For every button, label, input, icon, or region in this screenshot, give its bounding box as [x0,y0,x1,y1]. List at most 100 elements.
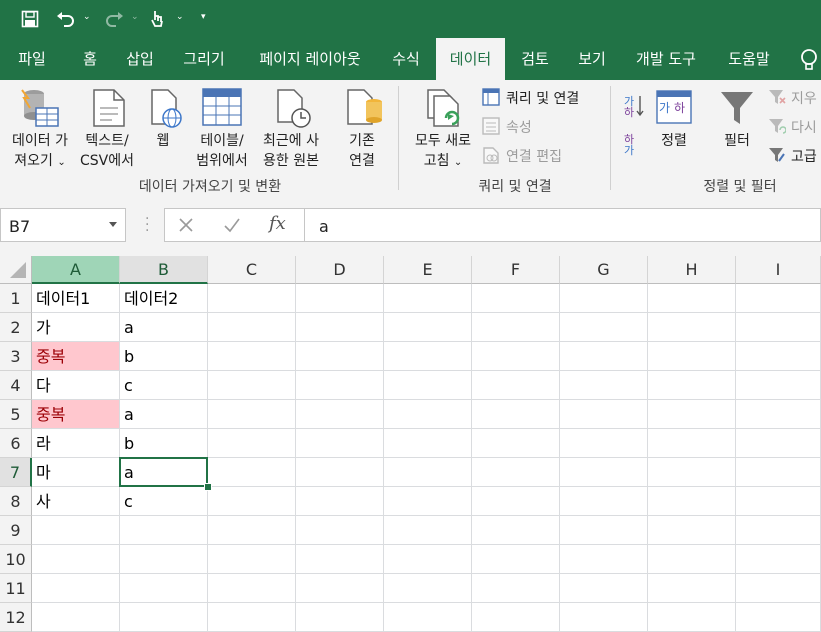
cell-e2[interactable] [384,313,472,342]
cell-d4[interactable] [296,371,384,400]
cell-g4[interactable] [560,371,648,400]
cell-b5[interactable]: a [120,400,208,429]
tab-view[interactable]: 보기 [568,38,616,80]
table-range-icon[interactable] [202,88,242,130]
cell-h10[interactable] [648,545,736,574]
sort-az-icon[interactable]: 가하 [624,94,644,122]
cell-a12[interactable] [32,603,120,632]
row-header-8[interactable]: 8 [0,487,32,516]
reapply-filter-icon[interactable] [768,117,787,139]
tab-file[interactable]: 파일 [6,38,58,80]
column-header-c[interactable]: C [208,256,296,284]
cell-h1[interactable] [648,284,736,313]
cell-d7[interactable] [296,458,384,487]
cell-i3[interactable] [736,342,821,371]
cell-e3[interactable] [384,342,472,371]
cell-e5[interactable] [384,400,472,429]
cell-h8[interactable] [648,487,736,516]
chevron-down-icon[interactable]: ⌄ [131,12,139,26]
cell-c8[interactable] [208,487,296,516]
cell-f7[interactable] [472,458,560,487]
cell-c4[interactable] [208,371,296,400]
cell-c11[interactable] [208,574,296,603]
chevron-down-icon[interactable]: ⌄ [176,12,184,26]
cell-h12[interactable] [648,603,736,632]
tab-draw[interactable]: 그리기 [172,38,236,80]
row-header-4[interactable]: 4 [0,371,32,400]
cancel-icon[interactable] [177,216,195,238]
properties-button[interactable]: 속성 [506,117,532,137]
column-header-g[interactable]: G [560,256,648,284]
cell-i4[interactable] [736,371,821,400]
cell-i10[interactable] [736,545,821,574]
column-header-b[interactable]: B [120,256,208,284]
tab-page-layout[interactable]: 페이지 레이아웃 [246,38,374,80]
cell-g9[interactable] [560,516,648,545]
cell-a4[interactable]: 다 [32,371,120,400]
cell-e7[interactable] [384,458,472,487]
lightbulb-icon[interactable] [800,48,818,76]
cell-e1[interactable] [384,284,472,313]
cell-e9[interactable] [384,516,472,545]
cell-h5[interactable] [648,400,736,429]
cell-c1[interactable] [208,284,296,313]
column-header-h[interactable]: H [648,256,736,284]
cell-f11[interactable] [472,574,560,603]
cell-f2[interactable] [472,313,560,342]
column-header-e[interactable]: E [384,256,472,284]
cell-c9[interactable] [208,516,296,545]
cell-d11[interactable] [296,574,384,603]
redo-icon[interactable] [102,8,126,30]
cell-g6[interactable] [560,429,648,458]
touch-mode-icon[interactable] [146,8,168,30]
cell-g12[interactable] [560,603,648,632]
clear-filter-button[interactable]: 지우 [791,88,817,108]
column-header-i[interactable]: I [736,256,821,284]
cell-a8[interactable]: 사 [32,487,120,516]
row-header-9[interactable]: 9 [0,516,32,545]
cell-h7[interactable] [648,458,736,487]
row-header-11[interactable]: 11 [0,574,32,603]
cell-c2[interactable] [208,313,296,342]
cell-b12[interactable] [120,603,208,632]
cell-e4[interactable] [384,371,472,400]
customize-qat-icon[interactable]: ▾ [201,12,209,26]
cell-a1[interactable]: 데이터1 [32,284,120,313]
cell-f6[interactable] [472,429,560,458]
text-csv-icon[interactable] [92,88,126,132]
queries-connections-icon[interactable] [482,88,500,110]
cell-b11[interactable] [120,574,208,603]
cell-a10[interactable] [32,545,120,574]
chevron-down-icon[interactable] [109,222,117,227]
cell-i5[interactable] [736,400,821,429]
cell-f1[interactable] [472,284,560,313]
cell-d10[interactable] [296,545,384,574]
cell-i2[interactable] [736,313,821,342]
cell-c12[interactable] [208,603,296,632]
cell-a7[interactable]: 마 [32,458,120,487]
refresh-all-button[interactable]: 모두 새로 고침 ⌄ [406,130,480,170]
cell-g8[interactable] [560,487,648,516]
cell-b10[interactable] [120,545,208,574]
row-header-1[interactable]: 1 [0,284,32,313]
sort-icon[interactable]: 가하 [656,90,692,128]
cell-h6[interactable] [648,429,736,458]
save-icon[interactable] [18,8,42,30]
existing-connections-icon[interactable] [346,88,384,134]
cell-e10[interactable] [384,545,472,574]
tab-help[interactable]: 도움말 [716,38,782,80]
column-header-d[interactable]: D [296,256,384,284]
cell-a6[interactable]: 라 [32,429,120,458]
column-header-f[interactable]: F [472,256,560,284]
row-header-3[interactable]: 3 [0,342,32,371]
queries-connections-button[interactable]: 쿼리 및 연결 [506,88,579,108]
tab-insert[interactable]: 삽입 [116,38,164,80]
cell-b7[interactable]: a [120,458,208,487]
more-options-icon[interactable]: · · · [145,212,149,238]
name-box[interactable]: B7 [0,208,126,242]
cell-g5[interactable] [560,400,648,429]
cell-d8[interactable] [296,487,384,516]
sort-button[interactable]: 정렬 [654,130,694,150]
tab-home[interactable]: 홈 [70,38,110,80]
cell-f3[interactable] [472,342,560,371]
